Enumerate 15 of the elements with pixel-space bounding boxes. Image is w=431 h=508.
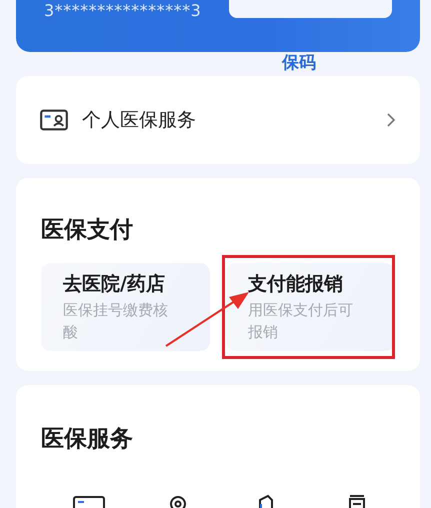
tile-subtitle: 用医保支付后可报销 xyxy=(248,300,354,343)
service-row[interactable]: 个人医保服务 xyxy=(16,76,420,164)
code-caption[interactable]: 保码 xyxy=(282,53,316,73)
section-title: 医保服务 xyxy=(41,425,134,454)
payment-tile[interactable]: 支付能报销 用医保支付后可报销 xyxy=(226,262,395,351)
tile-title: 去医院/药店 xyxy=(63,272,166,297)
id-card-icon xyxy=(40,108,68,132)
row-label: 个人医保服务 xyxy=(82,108,197,133)
id-card-icon[interactable] xyxy=(73,494,105,508)
tile-title: 支付能报销 xyxy=(248,272,344,297)
chevron-icon xyxy=(386,112,396,128)
section-title: 医保支付 xyxy=(41,216,134,245)
tile-subtitle: 医保挂号缴费核酸 xyxy=(63,300,169,343)
payment-tile[interactable]: 去医院/药店 医保挂号缴费核酸 xyxy=(41,262,210,351)
card-number: 3****************3 xyxy=(44,1,202,20)
